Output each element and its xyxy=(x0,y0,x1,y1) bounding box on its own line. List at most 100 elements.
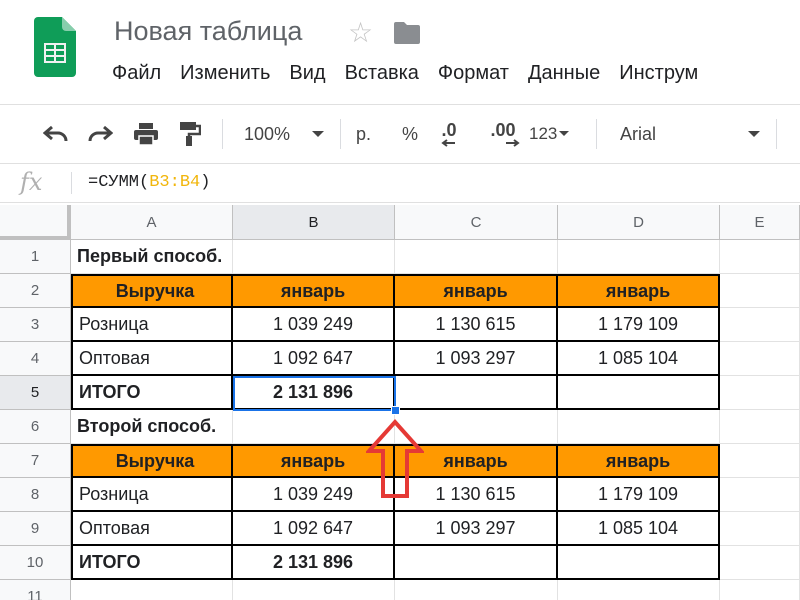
font-select[interactable]: Arial xyxy=(620,118,656,150)
star-icon[interactable]: ☆ xyxy=(348,16,373,49)
cell-a6[interactable]: Второй способ. xyxy=(71,410,233,444)
zoom-select[interactable]: 100% xyxy=(244,118,290,150)
cell-b1[interactable] xyxy=(233,240,395,274)
menu-edit[interactable]: Изменить xyxy=(180,62,270,85)
cell-a2[interactable]: Выручка xyxy=(71,274,233,308)
cell-d11[interactable] xyxy=(558,580,720,600)
formula-prefix: =СУММ( xyxy=(88,173,150,192)
cell-b4[interactable]: 1 092 647 xyxy=(233,342,395,376)
column-header-b[interactable]: B xyxy=(233,205,395,240)
menu-data[interactable]: Данные xyxy=(528,62,600,85)
cell-d7[interactable]: январь xyxy=(558,444,720,478)
row-header-5[interactable]: 5 xyxy=(0,376,71,410)
column-header-c[interactable]: C xyxy=(395,205,558,240)
cell-e9[interactable] xyxy=(720,512,800,546)
cell-a1[interactable]: Первый способ. xyxy=(71,240,233,274)
print-icon[interactable] xyxy=(130,118,162,150)
increase-decimal-button[interactable]: .00 xyxy=(486,118,520,150)
formula-input[interactable]: =СУММ(B3:B4) xyxy=(88,173,210,192)
redo-icon[interactable] xyxy=(84,118,116,150)
increase-decimal-label: .00 xyxy=(490,120,516,140)
cell-c5[interactable] xyxy=(395,376,558,410)
cell-a11[interactable] xyxy=(71,580,233,600)
cell-e6[interactable] xyxy=(720,410,800,444)
cell-b3[interactable]: 1 039 249 xyxy=(233,308,395,342)
cell-a3[interactable]: Розница xyxy=(71,308,233,342)
chevron-down-icon[interactable] xyxy=(744,118,764,150)
cell-b5[interactable]: 2 131 896 xyxy=(233,376,395,410)
row-header-3[interactable]: 3 xyxy=(0,308,71,342)
row-header-4[interactable]: 4 xyxy=(0,342,71,376)
cell-d6[interactable] xyxy=(558,410,720,444)
cell-d10[interactable] xyxy=(558,546,720,580)
formula-range: B3:B4 xyxy=(149,173,201,192)
undo-icon[interactable] xyxy=(40,118,72,150)
percent-format-button[interactable]: % xyxy=(402,118,418,150)
cell-d2[interactable]: январь xyxy=(558,274,720,308)
decrease-decimal-label: .0 xyxy=(441,120,457,140)
cell-d8[interactable]: 1 179 109 xyxy=(558,478,720,512)
row-header-10[interactable]: 10 xyxy=(0,546,71,580)
cell-e1[interactable] xyxy=(720,240,800,274)
column-header-d[interactable]: D xyxy=(558,205,720,240)
menu-tools[interactable]: Инструм xyxy=(619,62,698,85)
cell-e8[interactable] xyxy=(720,478,800,512)
cell-d1[interactable] xyxy=(558,240,720,274)
fill-handle[interactable] xyxy=(391,406,400,415)
cell-c1[interactable] xyxy=(395,240,558,274)
cell-a5[interactable]: ИТОГО xyxy=(71,376,233,410)
cell-a7[interactable]: Выручка xyxy=(71,444,233,478)
currency-format-button[interactable]: р. xyxy=(356,118,371,150)
cell-a4[interactable]: Оптовая xyxy=(71,342,233,376)
cell-d4[interactable]: 1 085 104 xyxy=(558,342,720,376)
cell-d9[interactable]: 1 085 104 xyxy=(558,512,720,546)
more-formats-button[interactable]: 123 xyxy=(529,118,571,150)
document-title[interactable]: Новая таблица xyxy=(114,16,302,47)
row-header-8[interactable]: 8 xyxy=(0,478,71,512)
cell-a8[interactable]: Розница xyxy=(71,478,233,512)
cell-c4[interactable]: 1 093 297 xyxy=(395,342,558,376)
menu-format[interactable]: Формат xyxy=(438,62,509,85)
cell-a10[interactable]: ИТОГО xyxy=(71,546,233,580)
cell-e7[interactable] xyxy=(720,444,800,478)
cell-b10[interactable]: 2 131 896 xyxy=(233,546,395,580)
select-all-corner[interactable] xyxy=(0,205,71,240)
row-header-9[interactable]: 9 xyxy=(0,512,71,546)
row-header-11[interactable]: 11 xyxy=(0,580,71,600)
cell-c9[interactable]: 1 093 297 xyxy=(395,512,558,546)
paint-format-icon[interactable] xyxy=(174,118,206,150)
menu-view[interactable]: Вид xyxy=(289,62,325,85)
cell-e5[interactable] xyxy=(720,376,800,410)
row-header-7[interactable]: 7 xyxy=(0,444,71,478)
decrease-decimal-button[interactable]: .0 xyxy=(441,118,457,150)
cell-c11[interactable] xyxy=(395,580,558,600)
arrow-up-icon xyxy=(366,419,424,498)
cell-e11[interactable] xyxy=(720,580,800,600)
sheets-logo-icon[interactable] xyxy=(34,17,76,77)
cell-d5[interactable] xyxy=(558,376,720,410)
row-header-6[interactable]: 6 xyxy=(0,410,71,444)
cell-e4[interactable] xyxy=(720,342,800,376)
column-header-e[interactable]: E xyxy=(720,205,800,240)
cell-b9[interactable]: 1 092 647 xyxy=(233,512,395,546)
cell-e2[interactable] xyxy=(720,274,800,308)
menu-file[interactable]: Файл xyxy=(112,62,161,85)
cell-d3[interactable]: 1 179 109 xyxy=(558,308,720,342)
arrow-right-icon xyxy=(506,139,520,147)
chevron-down-icon[interactable] xyxy=(308,118,328,150)
row-header-2[interactable]: 2 xyxy=(0,274,71,308)
cell-c10[interactable] xyxy=(395,546,558,580)
formula-bar: fx =СУММ(B3:B4) xyxy=(0,164,800,203)
folder-icon[interactable] xyxy=(394,22,420,44)
cell-e10[interactable] xyxy=(720,546,800,580)
cell-b2[interactable]: январь xyxy=(233,274,395,308)
column-header-a[interactable]: A xyxy=(71,205,233,240)
menu-insert[interactable]: Вставка xyxy=(345,62,419,85)
cell-c2[interactable]: январь xyxy=(395,274,558,308)
cell-e3[interactable] xyxy=(720,308,800,342)
menu-bar: Файл Изменить Вид Вставка Формат Данные Инстру… xyxy=(112,62,717,90)
cell-a9[interactable]: Оптовая xyxy=(71,512,233,546)
row-header-1[interactable]: 1 xyxy=(0,240,71,274)
cell-b11[interactable] xyxy=(233,580,395,600)
cell-c3[interactable]: 1 130 615 xyxy=(395,308,558,342)
